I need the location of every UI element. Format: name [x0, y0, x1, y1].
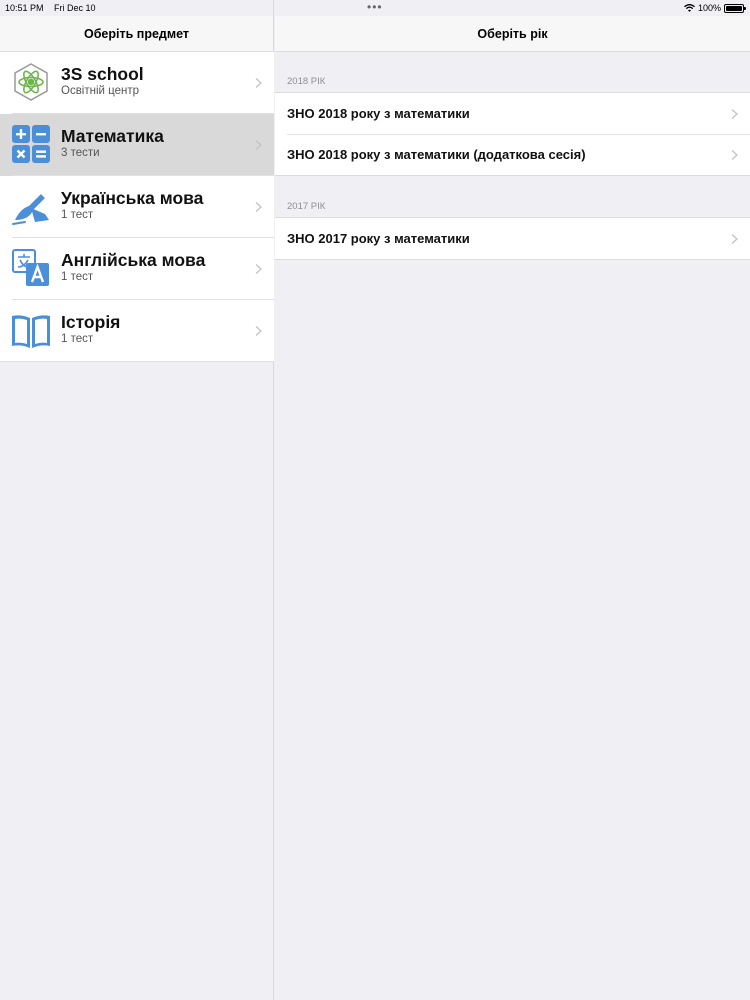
translate-icon: [12, 249, 49, 286]
status-date: Fri Dec 10: [54, 3, 96, 13]
subject-subtitle: 1 тест: [61, 333, 94, 345]
status-time: 10:51 PM: [5, 3, 44, 13]
section-header-2018: 2018 РІК: [287, 76, 326, 87]
subject-nav-bar: Оберіть предмет: [0, 16, 273, 52]
subject-title: Історія: [61, 312, 121, 332]
chevron-right-icon: [255, 263, 262, 275]
test-item-2018-main[interactable]: ЗНО 2018 року з математики: [275, 93, 750, 134]
test-item-2018-additional[interactable]: ЗНО 2018 року з математики (додаткова се…: [275, 134, 750, 175]
subject-list: 3S school Освітній центр Математика 3 те…: [0, 52, 274, 362]
atom-logo-icon: [14, 63, 48, 101]
test-item-2017-main[interactable]: ЗНО 2017 року з математики: [275, 218, 750, 259]
writing-hand-icon: [12, 189, 49, 225]
chevron-right-icon: [731, 149, 738, 160]
chevron-right-icon: [255, 77, 262, 89]
subject-subtitle: 3 тести: [61, 147, 100, 159]
status-bar: 10:51 PM Fri Dec 10 ••• 100%: [0, 0, 750, 16]
chevron-right-icon: [731, 108, 738, 119]
year-pane-title: Оберіть рік: [477, 26, 548, 41]
multitasking-dots-icon[interactable]: •••: [367, 1, 383, 13]
subject-title: 3S school: [61, 64, 144, 84]
subject-title: Англійська мова: [61, 250, 206, 270]
section-header-2017: 2017 РІК: [287, 201, 326, 212]
year-list-2018: ЗНО 2018 року з математики ЗНО 2018 року…: [275, 92, 750, 176]
subject-pane: Оберіть предмет 3S school Освітній центр: [0, 0, 274, 1000]
subject-title: Українська мова: [61, 188, 204, 208]
calculator-icon: [12, 125, 50, 163]
subject-pane-title: Оберіть предмет: [83, 26, 189, 41]
test-item-label: ЗНО 2017 року з математики: [287, 231, 470, 246]
subject-item-mathematics[interactable]: Математика 3 тести: [0, 114, 274, 176]
battery-percent: 100%: [697, 3, 721, 13]
year-list-2017: ЗНО 2017 року з математики: [275, 217, 750, 260]
subject-item-history[interactable]: Історія 1 тест: [0, 300, 274, 362]
battery-icon: [724, 3, 746, 13]
subject-item-ukrainian[interactable]: Українська мова 1 тест: [0, 176, 274, 238]
open-book-icon: [12, 315, 50, 348]
chevron-right-icon: [731, 233, 738, 244]
subject-subtitle: Освітній центр: [61, 85, 140, 97]
test-item-label: ЗНО 2018 року з математики (додаткова се…: [287, 147, 586, 162]
subject-item-english[interactable]: Англійська мова 1 тест: [0, 238, 274, 300]
chevron-right-icon: [255, 139, 262, 151]
wifi-icon: [684, 4, 695, 12]
subject-subtitle: 1 тест: [61, 209, 94, 221]
subject-title: Математика: [61, 126, 164, 146]
subject-subtitle: 1 тест: [61, 271, 94, 283]
subject-item-3s-school[interactable]: 3S school Освітній центр: [0, 52, 274, 114]
year-pane: Оберіть рік 2018 РІК ЗНО 2018 року з мат…: [275, 0, 750, 1000]
chevron-right-icon: [255, 325, 262, 337]
chevron-right-icon: [255, 201, 262, 213]
test-item-label: ЗНО 2018 року з математики: [287, 106, 470, 121]
year-nav-bar: Оберіть рік: [275, 16, 750, 52]
